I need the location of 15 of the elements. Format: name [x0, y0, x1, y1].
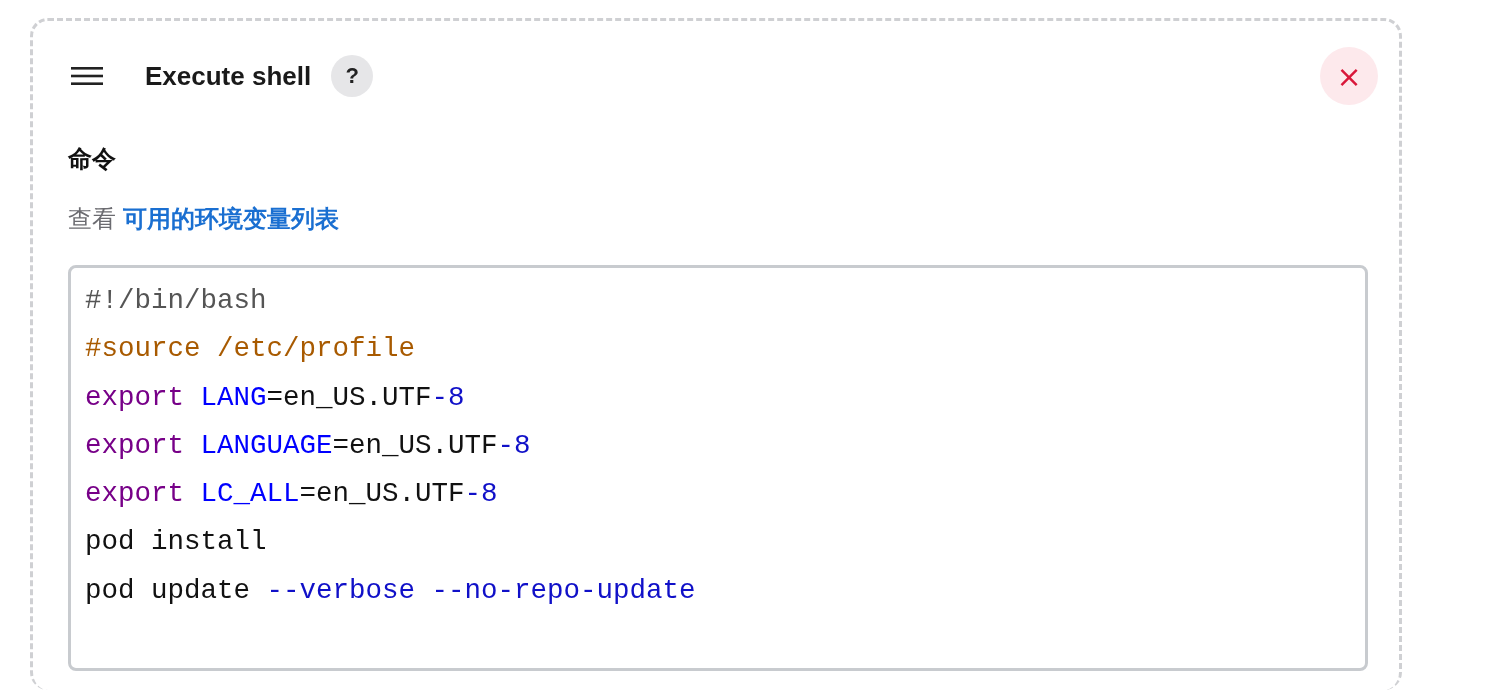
- step-title: Execute shell: [145, 60, 312, 92]
- code-line: #!/bin/bash: [85, 285, 267, 318]
- code-line: export LANG=en_US.UTF-8: [85, 381, 465, 415]
- code-line: pod install: [85, 526, 267, 560]
- help-button[interactable]: ?: [331, 55, 374, 97]
- code-line: #source /etc/profile: [85, 333, 416, 367]
- code-line: pod update --verbose --no-repo-update: [85, 574, 696, 608]
- field-label: 命令: [68, 144, 117, 174]
- menu-icon[interactable]: [71, 67, 103, 85]
- code-line: export LC_ALL=en_US.UTF-8: [85, 478, 498, 512]
- hint-text: 查看: [68, 205, 116, 232]
- code-line: export LANGUAGE=en_US.UTF-8: [85, 429, 531, 463]
- env-vars-link[interactable]: 可用的环境变量列表: [122, 205, 339, 232]
- close-button[interactable]: ×: [1320, 47, 1378, 105]
- code-editor[interactable]: #!/bin/bash #source /etc/profile export LANG=en_US.UTF-8 export LANGUAGE=en_US.UTF-8 export LC_ALL=en_US.UTF-8 pod install pod update --verbose --no-repo-update: [68, 265, 1368, 671]
